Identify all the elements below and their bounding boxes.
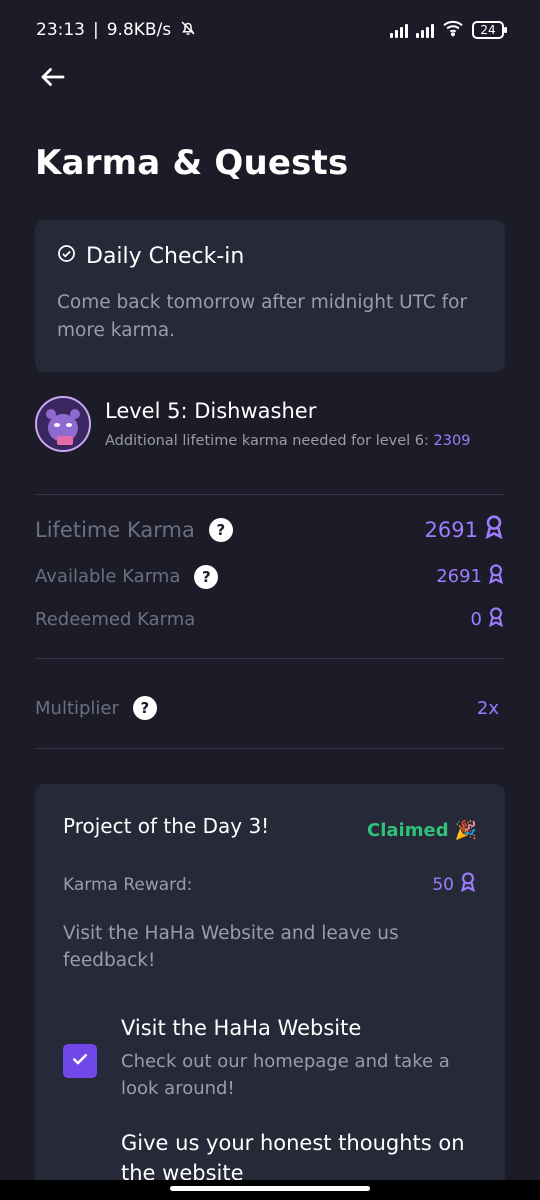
level-title: Level 5: Dishwasher: [105, 399, 317, 423]
karma-award-icon: [487, 563, 505, 590]
status-speed: 9.8KB/s: [106, 20, 172, 40]
redeemed-karma-value: 0: [470, 609, 482, 630]
karma-reward-label: Karma Reward:: [63, 874, 193, 895]
project-of-the-day-card: Project of the Day 3! Claimed 🎉 Karma Re…: [35, 784, 505, 1200]
karma-award-icon: [487, 606, 505, 633]
available-karma-row: Available Karma ? 2691: [35, 563, 505, 590]
daily-checkin-message: Come back tomorrow after midnight UTC fo…: [57, 292, 468, 341]
task-title[interactable]: Give us your honest thoughts on the webs…: [121, 1128, 477, 1188]
status-separator: |: [93, 20, 99, 40]
claimed-label: Claimed: [367, 820, 449, 841]
status-time: 23:13: [36, 20, 85, 40]
redeemed-karma-label-group: Redeemed Karma: [35, 609, 195, 630]
signal-icon: [416, 22, 434, 38]
system-navigation-bar: [0, 1180, 540, 1200]
avatar: [35, 396, 91, 452]
lifetime-karma-value-group: 2691: [425, 514, 505, 545]
project-header: Project of the Day 3! Claimed 🎉: [63, 814, 477, 841]
multiplier-row: Multiplier ? 2x: [35, 696, 505, 720]
help-icon[interactable]: ?: [194, 564, 219, 589]
redeemed-karma-value-group: 0: [471, 606, 505, 633]
multiplier-label-group: Multiplier ?: [35, 696, 157, 720]
task-title: Visit the HaHa Website: [121, 1016, 362, 1040]
mute-icon: [179, 19, 197, 42]
daily-checkin-card: Daily Check-in Come back tomorrow after …: [35, 220, 505, 372]
divider: [35, 494, 505, 495]
karma-award-icon: [483, 514, 505, 545]
task-content: Visit the HaHa Website Check out our hom…: [121, 1016, 477, 1102]
divider: [35, 658, 505, 659]
signal-icon: [390, 22, 408, 38]
check-circle-icon: [57, 244, 76, 269]
battery-icon: 24: [472, 21, 507, 39]
karma-award-icon: [459, 871, 477, 898]
lifetime-karma-label: Lifetime Karma: [35, 517, 195, 542]
arrow-left-icon: [38, 62, 68, 96]
lifetime-karma-label-group: Lifetime Karma ?: [35, 517, 233, 542]
page-title: Karma & Quests: [35, 143, 349, 183]
claimed-badge: Claimed 🎉: [367, 820, 477, 841]
task-checkbox[interactable]: [63, 1044, 97, 1078]
back-button[interactable]: [36, 62, 70, 96]
party-popper-icon: 🎉: [454, 820, 477, 841]
available-karma-value: 2691: [436, 566, 482, 587]
redeemed-karma-label: Redeemed Karma: [35, 609, 196, 630]
help-icon[interactable]: ?: [132, 696, 157, 720]
level-info: Level 5: Dishwasher Additional lifetime …: [105, 396, 470, 452]
status-left: 23:13 | 9.8KB/s: [36, 19, 197, 42]
daily-checkin-title: Daily Check-in: [86, 244, 245, 269]
available-karma-label: Available Karma: [35, 566, 181, 587]
level-subtitle: Additional lifetime karma needed for lev…: [105, 433, 470, 449]
level-subtitle-text: Additional lifetime karma needed for lev…: [105, 433, 429, 449]
karma-reward-value: 50: [432, 874, 454, 895]
wifi-icon: [442, 19, 464, 42]
battery-level: 24: [480, 23, 496, 37]
available-karma-value-group: 2691: [436, 563, 505, 590]
lifetime-karma-value: 2691: [424, 517, 478, 542]
karma-reward-row: Karma Reward: 50: [63, 871, 477, 898]
task-item[interactable]: Visit the HaHa Website Check out our hom…: [63, 1016, 477, 1102]
daily-checkin-header: Daily Check-in: [57, 244, 483, 269]
home-indicator[interactable]: [170, 1186, 370, 1191]
level-needed-karma: 2309: [433, 433, 471, 449]
available-karma-label-group: Available Karma ?: [35, 564, 219, 589]
divider: [35, 748, 505, 749]
project-description: Visit the HaHa Website and leave us feed…: [63, 923, 399, 971]
redeemed-karma-row: Redeemed Karma 0: [35, 606, 505, 633]
karma-reward-value-group: 50: [432, 871, 477, 898]
checkmark-icon: [70, 1049, 90, 1073]
lifetime-karma-row: Lifetime Karma ? 2691: [35, 514, 505, 545]
multiplier-value: 2x: [476, 697, 499, 719]
status-right: 24: [390, 19, 507, 42]
multiplier-label: Multiplier: [35, 697, 119, 719]
level-section: Level 5: Dishwasher Additional lifetime …: [35, 396, 505, 452]
status-bar: 23:13 | 9.8KB/s 24: [0, 0, 540, 60]
help-icon[interactable]: ?: [208, 517, 233, 542]
project-title: Project of the Day 3!: [63, 814, 270, 838]
task-subtitle: Check out our homepage and take a look a…: [121, 1051, 450, 1099]
multiplier-value-group: 2x: [477, 698, 499, 719]
